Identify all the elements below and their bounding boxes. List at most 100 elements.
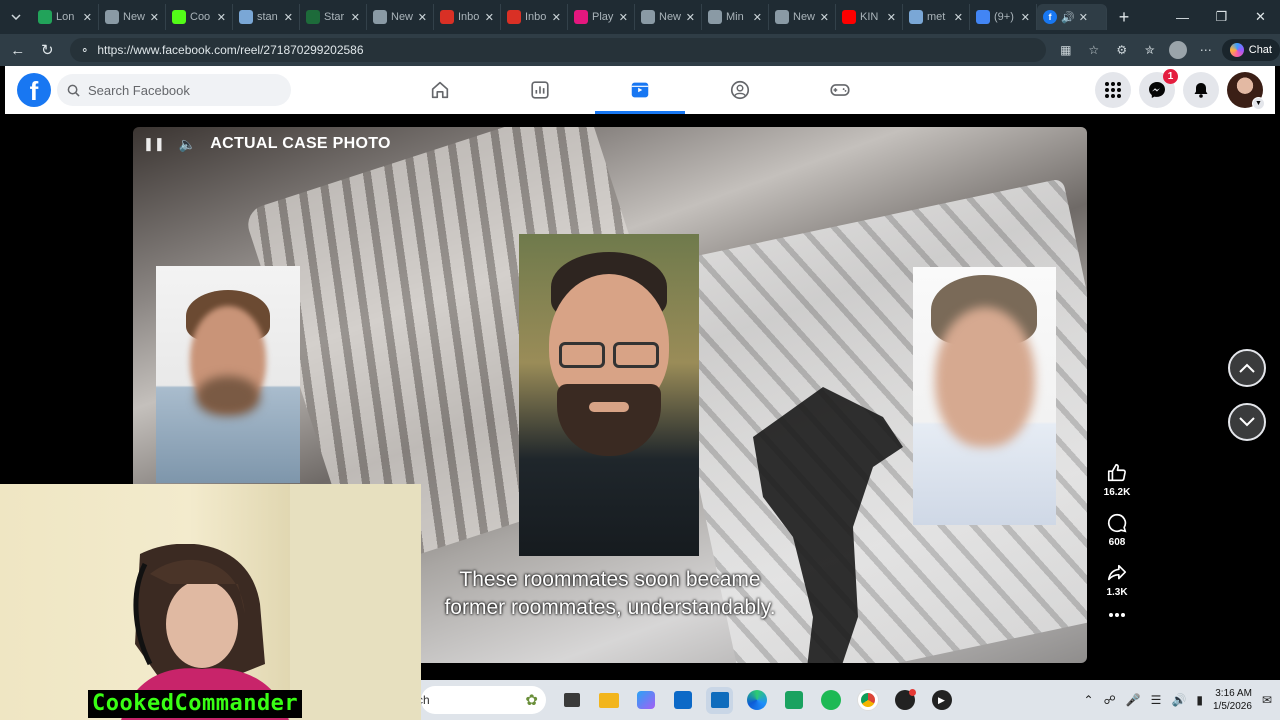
taskbar-search[interactable]: ch ✿: [421, 686, 546, 714]
browser-tab[interactable]: Coo ✕: [166, 4, 233, 30]
browser-tab[interactable]: Inbo ✕: [501, 4, 568, 30]
close-tab-icon[interactable]: ✕: [150, 11, 159, 24]
nav-dashboard[interactable]: [490, 66, 590, 114]
close-tab-icon[interactable]: ✕: [485, 11, 494, 24]
close-tab-icon[interactable]: ✕: [552, 11, 561, 24]
thumbs-up-icon: [1107, 463, 1126, 482]
volume-icon[interactable]: 🔈: [179, 136, 196, 153]
browser-tab[interactable]: New ✕: [99, 4, 166, 30]
browser-tab[interactable]: Star ✕: [300, 4, 367, 30]
new-tab-button[interactable]: +: [1107, 4, 1141, 30]
extensions-icon[interactable]: ⚙: [1110, 38, 1134, 62]
media-player-icon[interactable]: ▶: [928, 687, 955, 714]
refresh-icon[interactable]: ↻: [33, 35, 63, 65]
favorite-star-icon[interactable]: ☆: [1082, 38, 1106, 62]
favorites-icon[interactable]: ✮: [1138, 38, 1162, 62]
close-tab-icon[interactable]: ✕: [284, 11, 293, 24]
pause-icon[interactable]: ❚❚: [143, 136, 165, 152]
close-tab-icon[interactable]: ✕: [954, 11, 963, 24]
browser-tab[interactable]: KIN ✕: [836, 4, 903, 30]
notifications-button[interactable]: [1183, 72, 1219, 108]
tab-label: Play: [592, 11, 614, 23]
taskbar-apps: ▶: [558, 686, 955, 714]
outlook-icon[interactable]: [706, 686, 733, 714]
game-app-icon[interactable]: [780, 687, 807, 714]
reel-actions: 16.2K 608 1.3K: [1098, 462, 1136, 632]
profile-icon[interactable]: [1166, 38, 1190, 62]
close-window-icon[interactable]: ✕: [1241, 0, 1280, 34]
app-available-icon[interactable]: ▦: [1054, 38, 1078, 62]
close-tab-icon[interactable]: ✕: [619, 11, 628, 24]
task-view-icon[interactable]: [558, 687, 585, 714]
nav-home[interactable]: [390, 66, 490, 114]
url-field[interactable]: ⚬ https://www.facebook.com/reel/27187029…: [70, 38, 1046, 62]
comment-button[interactable]: 608: [1106, 512, 1128, 548]
microphone-icon[interactable]: 🎤: [1126, 693, 1141, 707]
tray-overflow-icon[interactable]: ⌃: [1084, 693, 1094, 707]
obs-icon[interactable]: [891, 687, 918, 714]
chrome-icon[interactable]: [854, 687, 881, 714]
facebook-search[interactable]: [57, 74, 291, 106]
browser-tab[interactable]: Lon ✕: [32, 4, 99, 30]
speaker-icon[interactable]: 🔊: [1061, 11, 1075, 24]
browser-tab[interactable]: Inbo ✕: [434, 4, 501, 30]
menu-button[interactable]: [1095, 72, 1131, 108]
notification-icon[interactable]: ✉: [1262, 693, 1272, 707]
restore-icon[interactable]: ❐: [1202, 0, 1241, 34]
volume-tray-icon[interactable]: 🔊: [1171, 693, 1186, 707]
more-menu-icon[interactable]: ⋯: [1194, 38, 1218, 62]
tab-label: New: [659, 11, 682, 23]
close-tab-icon[interactable]: ✕: [820, 11, 829, 24]
close-tab-icon[interactable]: ✕: [686, 11, 695, 24]
back-arrow-icon[interactable]: ←: [3, 35, 33, 65]
close-tab-icon[interactable]: ✕: [83, 11, 92, 24]
close-tab-icon[interactable]: ✕: [1021, 11, 1030, 24]
plz-icon: [574, 10, 588, 24]
tab-actions-menu-icon[interactable]: [0, 0, 32, 34]
close-tab-icon[interactable]: ✕: [1079, 11, 1088, 24]
browser-tab[interactable]: New ✕: [367, 4, 434, 30]
browser-tab[interactable]: met ✕: [903, 4, 970, 30]
facebook-logo-icon[interactable]: f: [17, 73, 51, 107]
more-options-button[interactable]: [1108, 612, 1126, 618]
browser-tab[interactable]: Min ✕: [702, 4, 769, 30]
site-info-icon[interactable]: ⚬: [80, 44, 89, 57]
bell-icon: [1194, 83, 1208, 98]
search-input[interactable]: [88, 82, 268, 98]
reel-photo-right: [913, 267, 1056, 525]
battery-icon[interactable]: ▮: [1196, 693, 1203, 707]
nav-gaming[interactable]: [790, 66, 890, 114]
previous-reel-button[interactable]: [1228, 349, 1266, 387]
browser-tab[interactable]: Play ✕: [568, 4, 635, 30]
close-tab-icon[interactable]: ✕: [887, 11, 896, 24]
taskbar-clock[interactable]: 3:16 AM 1/5/2026: [1213, 687, 1252, 713]
browser-tab[interactable]: New ✕: [635, 4, 702, 30]
wifi-icon[interactable]: ☰: [1151, 693, 1162, 707]
browser-tab[interactable]: stan ✕: [233, 4, 300, 30]
close-tab-icon[interactable]: ✕: [753, 11, 762, 24]
next-reel-button[interactable]: [1228, 403, 1266, 441]
close-tab-icon[interactable]: ✕: [418, 11, 427, 24]
search-highlight-icon: ✿: [525, 692, 538, 709]
file-explorer-icon[interactable]: [595, 687, 622, 714]
browser-tab[interactable]: New ✕: [769, 4, 836, 30]
nav-groups[interactable]: [690, 66, 790, 114]
nav-reels[interactable]: [590, 66, 690, 114]
minimize-icon[interactable]: —: [1163, 0, 1202, 34]
account-avatar[interactable]: ▼: [1227, 72, 1265, 110]
security-icon[interactable]: ☍: [1104, 693, 1116, 707]
like-button[interactable]: 16.2K: [1104, 462, 1130, 498]
spotify-icon[interactable]: [817, 687, 844, 714]
photos-icon[interactable]: [632, 687, 659, 714]
close-tab-icon[interactable]: ✕: [351, 11, 360, 24]
screen: Lon ✕ New ✕ Coo ✕ stan ✕ Star ✕ New ✕ Inbo ✕ Inbo ✕ Play…: [0, 0, 1280, 720]
store-icon[interactable]: [669, 687, 696, 714]
share-button[interactable]: 1.3K: [1106, 562, 1128, 598]
streamer-name-tag: CookedCommander: [88, 690, 303, 718]
close-tab-icon[interactable]: ✕: [217, 11, 226, 24]
tab-facebook-active[interactable]: f 🔊 ✕: [1037, 4, 1107, 30]
browser-tab[interactable]: (9+) ✕: [970, 4, 1037, 30]
messenger-button[interactable]: 1: [1139, 69, 1178, 108]
copilot-chat-button[interactable]: Chat: [1221, 39, 1280, 61]
edge-icon[interactable]: [743, 687, 770, 714]
